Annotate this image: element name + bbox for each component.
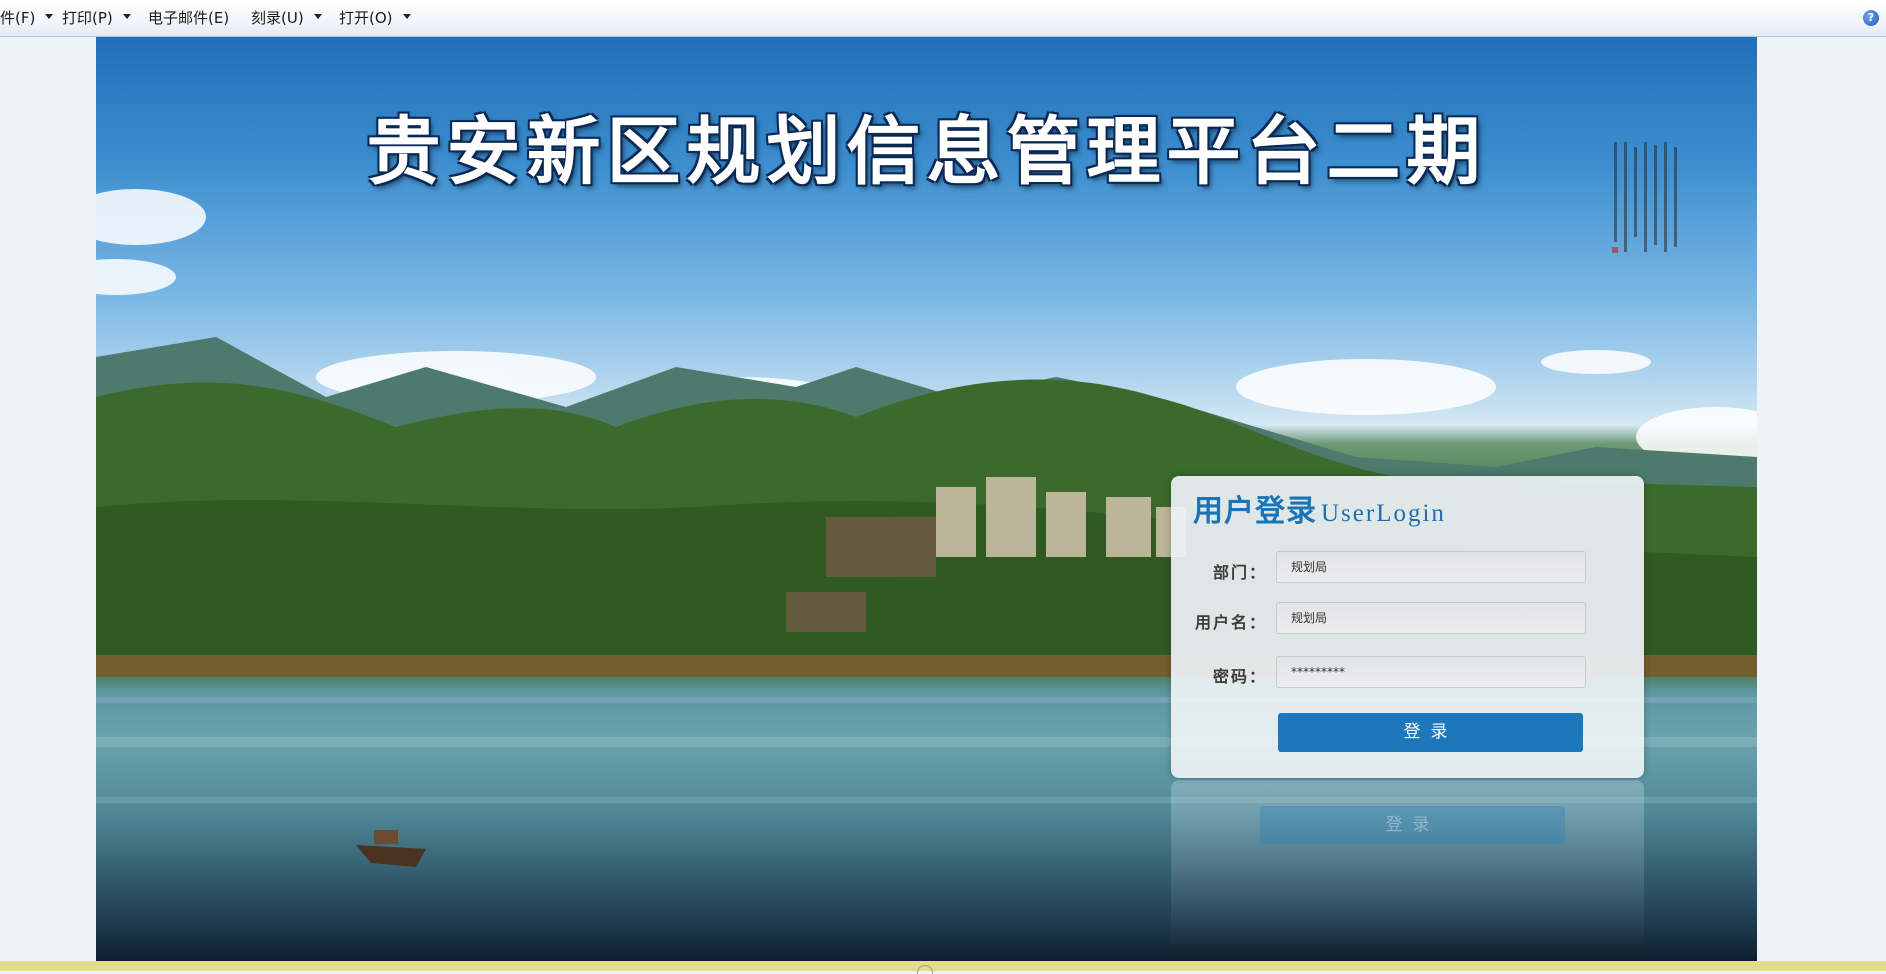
menu-file[interactable]: 件(F) xyxy=(0,0,54,37)
menu-file-label: 件(F) xyxy=(0,9,36,27)
background-scene: 贵安新区规划信息管理平台二期 登录 用户登录 UserLogin 部门： 规划局 … xyxy=(96,37,1757,961)
login-title-cn: 用户登录 xyxy=(1193,494,1317,529)
department-label: 部门： xyxy=(1212,563,1267,582)
username-label: 用户名： xyxy=(1194,613,1267,632)
password-label: 密码： xyxy=(1212,667,1267,686)
login-title-en: UserLogin xyxy=(1321,500,1446,527)
password-field[interactable]: ********* xyxy=(1276,656,1586,688)
chevron-down-icon xyxy=(313,14,322,19)
menu-email[interactable]: 电子邮件(E) xyxy=(148,0,229,37)
menu-burn[interactable]: 刻录(U) xyxy=(251,0,322,37)
scroll-indicator-icon xyxy=(917,965,933,974)
menu-print[interactable]: 打印(P) xyxy=(62,0,131,37)
help-glyph: ? xyxy=(1867,11,1875,24)
menu-email-label: 电子邮件(E) xyxy=(148,9,230,27)
chevron-down-icon xyxy=(45,14,54,19)
chevron-down-icon xyxy=(402,14,411,19)
login-title: 用户登录 UserLogin xyxy=(1193,486,1446,529)
page-title: 贵安新区规划信息管理平台二期 xyxy=(366,109,1487,195)
command-bar: 件(F) 打印(P) 电子邮件(E) 刻录(U) 打开(O) ? xyxy=(0,0,1886,37)
login-button-reflection: 登录 xyxy=(1260,806,1565,844)
help-icon[interactable]: ? xyxy=(1863,10,1879,26)
login-panel: 用户登录 UserLogin 部门： 规划局 用户名： 规划局 密码： *****… xyxy=(1171,476,1644,778)
menu-open[interactable]: 打开(O) xyxy=(339,0,411,37)
menu-open-label: 打开(O) xyxy=(339,9,393,27)
menu-burn-label: 刻录(U) xyxy=(251,9,304,27)
username-field[interactable]: 规划局 xyxy=(1276,602,1586,634)
department-field[interactable]: 规划局 xyxy=(1276,551,1586,583)
chevron-down-icon xyxy=(122,14,131,19)
login-button[interactable]: 登录 xyxy=(1278,713,1583,752)
menu-print-label: 打印(P) xyxy=(62,9,113,27)
status-strip xyxy=(0,961,1886,971)
